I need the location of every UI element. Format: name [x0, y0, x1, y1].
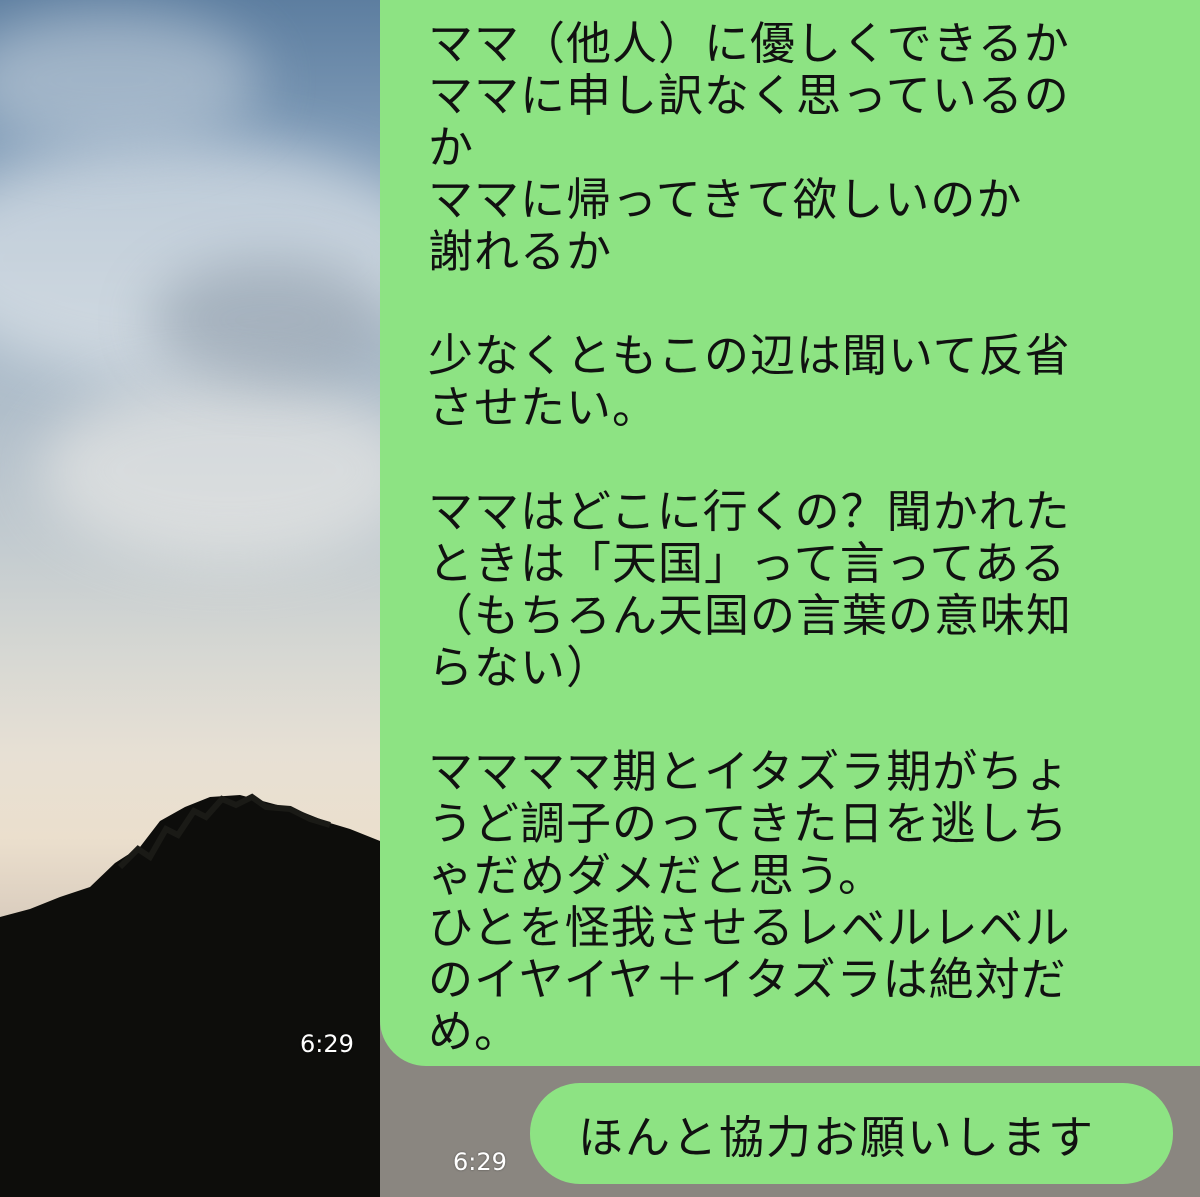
message-line	[428, 278, 1160, 330]
message-line: 謝れるか	[428, 225, 613, 278]
message-line: ときは「天国」って言ってある	[428, 537, 1067, 590]
message-line: ママはどこに行くの？聞かれた	[428, 485, 1071, 538]
cloud-shape	[150, 260, 390, 380]
message-line: らない）	[428, 641, 613, 694]
message-timestamp: 6:29	[300, 1030, 354, 1058]
message-line: （もちろん天国の言葉の意味知	[428, 589, 1073, 642]
message-timestamp: 6:29	[453, 1148, 507, 1176]
message-text: ほんと協力お願いします	[578, 1111, 1096, 1164]
message-bubble-short[interactable]: ほんと協力お願いします	[530, 1083, 1173, 1184]
message-line: ママ（他人）に優しくできるか	[428, 17, 1070, 70]
message-line: め。	[428, 1005, 521, 1058]
message-line	[428, 434, 1160, 486]
message-line	[428, 694, 1160, 746]
message-line: ひとを怪我させるレベルレベル	[428, 901, 1071, 954]
message-line: ママママ期とイタズラ期がちょ	[428, 745, 1071, 798]
message-line: か	[428, 121, 475, 174]
message-line: ママに申し訳なく思っているの	[428, 69, 1070, 122]
cloud-shape	[40, 380, 420, 560]
message-bubble-long[interactable]: ママ（他人）に優しくできるか ママに申し訳なく思っているの か ママに帰ってきて…	[380, 0, 1200, 1066]
cloud-shape	[0, 10, 260, 150]
message-line: うど調子のってきた日を逃しち	[428, 797, 1069, 850]
message-line: させたい。	[428, 381, 659, 434]
message-line: ママに帰ってきて欲しいのか	[428, 173, 1023, 226]
message-line: のイヤイヤ＋イタズラは絶対だ	[428, 953, 1067, 1006]
message-line: ゃだめダメだと思う。	[428, 849, 884, 902]
message-line: 少なくともこの辺は聞いて反省	[428, 329, 1071, 382]
